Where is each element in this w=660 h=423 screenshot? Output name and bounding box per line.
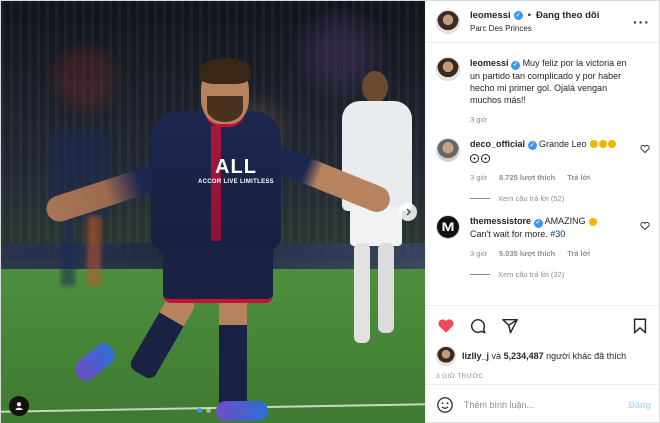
view-replies-button[interactable]: Xem câu trả lời (52) bbox=[470, 194, 650, 203]
player-left-boot bbox=[71, 339, 119, 385]
hashtag-link[interactable]: #30 bbox=[550, 229, 565, 239]
instagram-post-window: ALL ACCOR LIVE LIMITLESS leomessi ✓ • Đa… bbox=[0, 0, 660, 423]
post-sidebar: leomessi ✓ • Đang theo dõi Parc Des Prin… bbox=[425, 1, 660, 423]
share-button[interactable] bbox=[500, 316, 520, 336]
comment-bubble-icon bbox=[471, 319, 486, 334]
divider-line bbox=[470, 198, 490, 199]
comment-input[interactable] bbox=[464, 399, 619, 410]
comment-time: 3 giờ bbox=[470, 173, 488, 182]
player-hair bbox=[199, 58, 251, 84]
jersey-stripe bbox=[211, 126, 221, 246]
post-photo[interactable]: ALL ACCOR LIVE LIMITLESS bbox=[1, 1, 425, 423]
view-replies-button[interactable]: Xem câu trả lời (32) bbox=[470, 270, 650, 279]
heart-filled-icon bbox=[438, 319, 454, 333]
paper-plane-icon bbox=[502, 318, 518, 334]
commenter-avatar[interactable]: M bbox=[436, 215, 460, 239]
player-right-boot bbox=[216, 401, 268, 421]
like-button[interactable] bbox=[436, 316, 456, 336]
heart-outline-icon[interactable] bbox=[640, 221, 650, 231]
view-replies-label: Xem câu trả lời (52) bbox=[498, 194, 565, 203]
comment-time: 3 giờ bbox=[470, 248, 488, 258]
view-replies-label: Xem câu trả lời (32) bbox=[498, 269, 565, 279]
caption-time: 3 giờ bbox=[470, 114, 488, 124]
post-header: leomessi ✓ • Đang theo dõi Parc Des Prin… bbox=[426, 1, 660, 43]
carousel-dot-active bbox=[197, 408, 202, 413]
more-options-icon[interactable]: ··· bbox=[633, 14, 650, 30]
verified-badge-icon: ✓ bbox=[533, 218, 543, 228]
post-timestamp[interactable]: 3 GIỜ TRƯỚC bbox=[436, 373, 650, 380]
comment-likes[interactable]: 5.035 lượt thích bbox=[499, 248, 555, 260]
post-comment-button[interactable]: Đăng bbox=[629, 400, 652, 410]
clap-emoji-icon bbox=[589, 217, 598, 226]
carousel-dot bbox=[206, 408, 211, 413]
football-emoji-icon bbox=[470, 152, 636, 164]
jersey-sponsor: ALL ACCOR LIVE LIMITLESS bbox=[191, 156, 281, 185]
caption-author-avatar[interactable] bbox=[436, 57, 460, 81]
likes-joiner: và bbox=[491, 351, 502, 361]
carousel-indicator bbox=[197, 408, 211, 413]
verified-badge-icon: ✓ bbox=[527, 141, 537, 150]
tagged-users-button[interactable] bbox=[9, 396, 29, 416]
author-username[interactable]: leomessi bbox=[470, 10, 511, 21]
comment-button[interactable] bbox=[468, 316, 488, 336]
liker-username[interactable]: lizlly_j bbox=[462, 351, 489, 361]
author-avatar[interactable] bbox=[436, 9, 460, 34]
commenter-avatar[interactable] bbox=[436, 137, 460, 162]
likes-summary: lizlly_j và 5,234,487 người khác đã thíc… bbox=[436, 346, 650, 366]
comment-item: deco_official ✓ Grande Leo 3 giờ 8.725 l… bbox=[436, 137, 650, 185]
emoji-smiley-icon[interactable] bbox=[436, 396, 454, 414]
heart-outline-icon[interactable] bbox=[640, 144, 650, 154]
following-button[interactable]: Đang theo dõi bbox=[536, 10, 599, 21]
comment-list[interactable]: leomessi ✓ Muy feliz por la victoria en … bbox=[426, 43, 660, 305]
likes-count[interactable]: 5,234,487 bbox=[504, 351, 544, 361]
header-separator: • bbox=[527, 10, 531, 21]
liker-avatar[interactable] bbox=[436, 346, 456, 366]
player-beard bbox=[207, 96, 243, 122]
comment-text-continued: Can't wait for more. bbox=[470, 228, 548, 239]
messi-store-logo-icon: M bbox=[441, 220, 455, 234]
verified-badge-icon: ✓ bbox=[513, 11, 523, 20]
chevron-right-icon bbox=[406, 208, 411, 216]
clap-emoji-icon bbox=[589, 139, 617, 149]
commenter-username[interactable]: themessistore bbox=[470, 216, 531, 226]
comment-text: Grande Leo bbox=[539, 138, 587, 149]
caption-author[interactable]: leomessi bbox=[470, 58, 509, 68]
jersey-sponsor-logo: ALL bbox=[215, 156, 257, 178]
player-right-leg bbox=[219, 296, 247, 411]
next-photo-button[interactable] bbox=[399, 203, 417, 221]
verified-badge-icon: ✓ bbox=[511, 60, 521, 70]
player-shorts bbox=[163, 241, 273, 303]
likes-suffix: người khác đã thích bbox=[546, 351, 627, 361]
save-button[interactable] bbox=[630, 316, 650, 336]
comment-item: M themessistore ✓ AMAZING Can't wait for… bbox=[436, 215, 650, 260]
reply-button[interactable]: Trả lời bbox=[567, 248, 590, 260]
divider-line bbox=[470, 273, 490, 275]
jersey-sponsor-tagline: ACCOR LIVE LIMITLESS bbox=[197, 179, 274, 185]
commenter-username[interactable]: deco_official bbox=[470, 139, 525, 149]
celebrating-player: ALL ACCOR LIVE LIMITLESS bbox=[41, 56, 401, 423]
reply-button[interactable]: Trả lời bbox=[567, 172, 590, 184]
post-location[interactable]: Parc Des Princes bbox=[470, 24, 633, 33]
caption: leomessi ✓ Muy feliz por la victoria en … bbox=[436, 57, 650, 126]
post-actions: lizlly_j và 5,234,487 người khác đã thíc… bbox=[426, 305, 660, 380]
add-comment-bar: Đăng bbox=[426, 384, 660, 423]
comment-likes[interactable]: 8.725 lượt thích bbox=[499, 172, 555, 184]
user-icon bbox=[15, 402, 23, 410]
player-right-arm bbox=[268, 144, 394, 216]
comment-text: AMAZING bbox=[544, 216, 586, 226]
bookmark-icon bbox=[633, 318, 647, 334]
